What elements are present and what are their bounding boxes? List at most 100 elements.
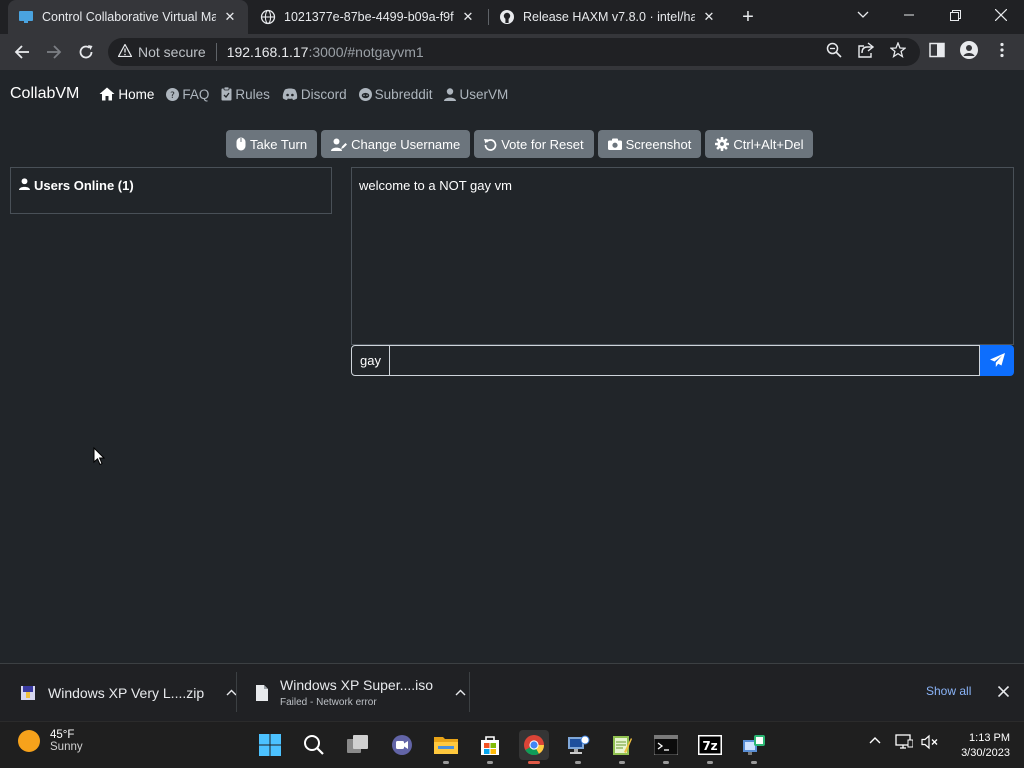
chat-log: welcome to a NOT gay vm	[351, 167, 1014, 345]
star-icon[interactable]	[886, 38, 910, 62]
close-icon[interactable]: ✕	[222, 9, 238, 25]
ctrl-alt-del-button[interactable]: Ctrl+Alt+Del	[705, 130, 814, 158]
zoom-icon[interactable]	[822, 38, 846, 62]
close-icon[interactable]: ✕	[701, 9, 717, 25]
nav-subreddit[interactable]: Subreddit	[358, 86, 433, 102]
tab-collabvm[interactable]: Control Collaborative Virtual Mac ✕	[8, 0, 248, 34]
users-online-label: Users Online (1)	[34, 178, 134, 193]
7zip-button[interactable]: 7z	[695, 730, 725, 764]
nav-uservm[interactable]: UserVM	[444, 87, 508, 102]
restore-button[interactable]	[932, 0, 978, 30]
screenshot-button[interactable]: Screenshot	[597, 130, 702, 158]
back-button[interactable]	[8, 38, 36, 66]
kebab-menu-icon[interactable]	[990, 38, 1014, 62]
monitor-icon	[895, 734, 913, 750]
nav-label: UserVM	[459, 86, 509, 102]
close-icon[interactable]	[997, 684, 1010, 700]
notepad-button[interactable]	[607, 730, 637, 764]
file-icon	[256, 684, 268, 702]
network-computer-icon	[566, 734, 590, 756]
gear-icon	[715, 137, 730, 151]
task-view-button[interactable]	[343, 730, 373, 760]
show-all-downloads-link[interactable]: Show all	[926, 684, 971, 698]
nav-label: Subreddit	[374, 86, 433, 102]
store-icon	[479, 734, 501, 756]
change-username-button[interactable]: Change Username	[321, 130, 471, 158]
site-navbar: CollabVM Home ? FAQ Rules Discord Subred…	[0, 70, 1024, 118]
window-close-button[interactable]	[978, 0, 1024, 30]
tab-uuid[interactable]: 1021377e-87be-4499-b09a-f9f04 ✕	[250, 0, 486, 34]
clock-date: 3/30/2023	[961, 747, 1010, 759]
reset-icon	[484, 138, 497, 151]
download-shelf: Windows XP Very L....zip Windows XP Supe…	[0, 663, 1024, 721]
show-hidden-icons-button[interactable]	[869, 736, 881, 744]
sun-icon	[18, 730, 40, 752]
github-icon	[499, 9, 515, 25]
vm-manager-button[interactable]	[739, 730, 769, 764]
tab-haxm-release[interactable]: Release HAXM v7.8.0 · intel/haxm ✕	[489, 0, 727, 34]
chevron-down-icon[interactable]	[840, 0, 886, 30]
chat-message-input[interactable]	[389, 345, 980, 376]
security-status[interactable]: Not secure	[138, 44, 206, 60]
network-app-button[interactable]	[563, 730, 593, 764]
nav-rules[interactable]: Rules	[221, 87, 270, 102]
new-tab-button[interactable]: +	[736, 5, 760, 29]
terminal-button[interactable]	[651, 730, 681, 764]
chat-username-label: gay	[351, 345, 390, 376]
chevron-up-icon[interactable]	[455, 689, 466, 696]
take-turn-button[interactable]: Take Turn	[226, 130, 318, 158]
store-button[interactable]	[475, 730, 505, 764]
clock-time: 1:13 PM	[969, 732, 1010, 744]
vm-manager-icon	[742, 734, 766, 756]
site-brand[interactable]: CollabVM	[10, 85, 79, 103]
start-button[interactable]	[255, 730, 285, 760]
forward-button[interactable]	[40, 38, 68, 66]
zip-file-icon	[20, 684, 36, 702]
download-status: Failed - Network error	[280, 697, 377, 708]
monitor-icon	[18, 9, 34, 25]
profile-avatar-icon[interactable]	[957, 38, 981, 62]
side-panel-icon[interactable]	[925, 38, 949, 62]
nav-home[interactable]: Home	[99, 87, 154, 102]
nav-label: Rules	[235, 86, 270, 102]
button-label: Take Turn	[250, 136, 308, 152]
chrome-taskbar-button[interactable]	[519, 730, 549, 764]
globe-icon	[260, 9, 276, 25]
share-icon[interactable]	[854, 38, 878, 62]
taskbar-search[interactable]	[299, 730, 329, 760]
search-icon	[303, 734, 325, 756]
svg-text:?: ?	[170, 91, 175, 101]
address-bar[interactable]: Not secure 192.168.1.17:3000/#notgayvm1	[108, 38, 920, 66]
close-icon[interactable]: ✕	[460, 9, 476, 25]
nav-discord[interactable]: Discord	[282, 87, 347, 102]
send-button[interactable]	[980, 345, 1014, 376]
nav-faq[interactable]: ? FAQ	[166, 87, 209, 102]
user-icon	[19, 178, 30, 190]
minimize-button[interactable]	[886, 0, 932, 30]
vote-reset-button[interactable]: Vote for Reset	[474, 130, 594, 158]
weather-widget[interactable]: 45°F Sunny	[18, 729, 83, 753]
vm-action-buttons: Take Turn Change Username Vote for Reset…	[226, 130, 817, 158]
button-label: Change Username	[351, 136, 461, 152]
reload-button[interactable]	[72, 38, 100, 66]
7zip-icon: 7z	[698, 735, 722, 755]
nav-label: Discord	[300, 86, 347, 102]
warning-icon	[117, 43, 133, 60]
shelf-divider	[469, 672, 470, 712]
volume-tray-icon[interactable]	[921, 734, 939, 750]
tab-title: Release HAXM v7.8.0 · intel/haxm	[523, 10, 695, 24]
speaker-muted-icon	[921, 734, 939, 750]
running-indicator	[663, 761, 669, 764]
network-tray-icon[interactable]	[895, 734, 913, 750]
shelf-divider	[236, 672, 237, 712]
running-indicator	[619, 761, 625, 764]
svg-text:7z: 7z	[702, 739, 717, 753]
chrome-icon	[523, 734, 545, 756]
file-explorer-button[interactable]	[431, 730, 461, 764]
mouse-cursor-icon	[93, 446, 106, 471]
browser-tab-strip: Control Collaborative Virtual Mac ✕ 1021…	[0, 0, 1024, 34]
teams-chat-button[interactable]	[387, 730, 417, 760]
download-item[interactable]: Windows XP Super....iso Failed - Network…	[256, 664, 466, 721]
system-clock[interactable]: 1:13 PM 3/30/2023	[952, 731, 1010, 761]
download-item[interactable]: Windows XP Very L....zip	[20, 664, 237, 721]
